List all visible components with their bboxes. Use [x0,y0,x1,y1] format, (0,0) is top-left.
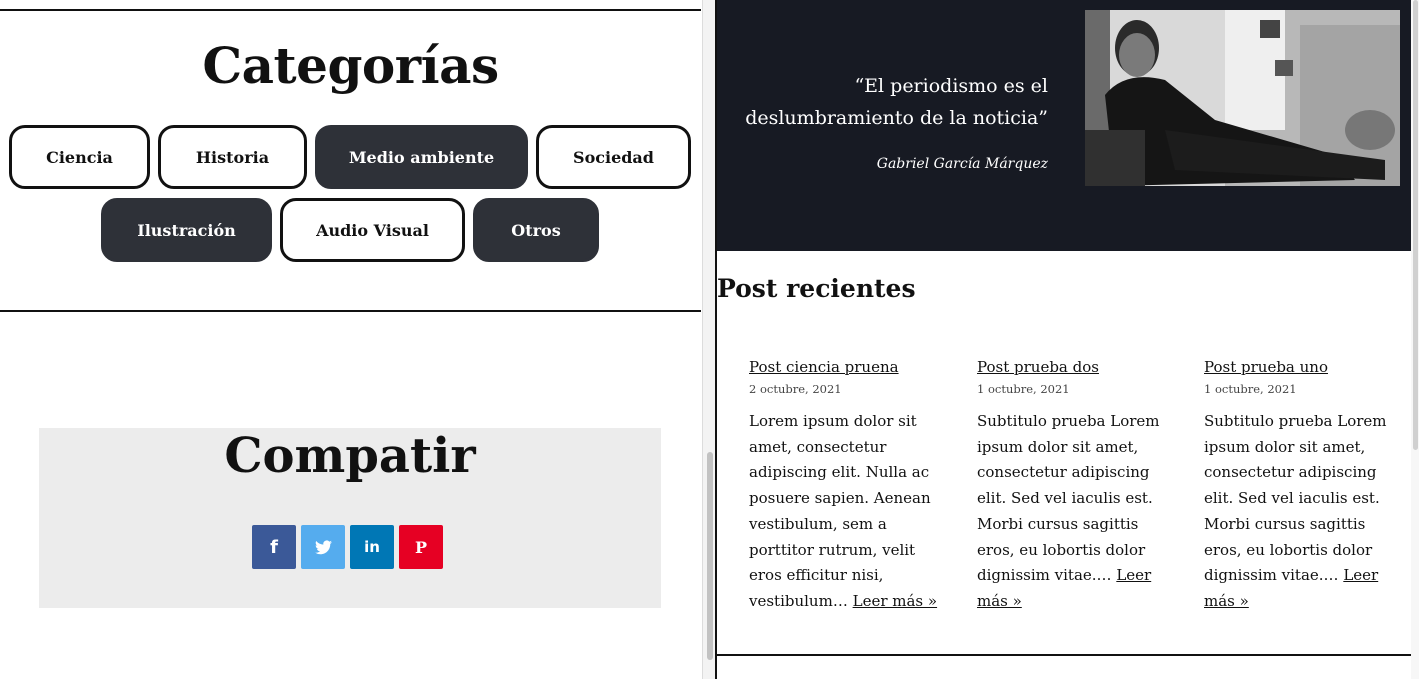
post-card: Post ciencia pruena 2 octubre, 2021 Lore… [749,358,949,615]
post-title-link[interactable]: Post prueba dos [977,358,1177,376]
post-date: 1 octubre, 2021 [977,382,1070,396]
pinterest-icon: P [414,537,428,557]
post-date: 2 octubre, 2021 [749,382,842,396]
category-ciencia[interactable]: Ciencia [9,125,150,189]
page-scrollbar-thumb[interactable] [1413,0,1418,450]
pinterest-share-button[interactable]: P [399,525,443,569]
linkedin-share-button[interactable]: in [350,525,394,569]
twitter-share-button[interactable] [301,525,345,569]
post-excerpt-text: Subtitulo prueba Lorem ipsum dolor sit a… [1204,412,1387,585]
bottom-divider [717,654,1411,656]
post-excerpt: Subtitulo prueba Lorem ipsum dolor sit a… [1204,409,1404,615]
linkedin-icon: in [364,538,380,556]
category-otros[interactable]: Otros [473,198,599,262]
pane-divider-scrollbar[interactable] [702,0,716,679]
quote-author: Gabriel García Márquez [876,156,1048,172]
post-excerpt: Lorem ipsum dolor sit amet, consectetur … [749,409,949,615]
post-date: 1 octubre, 2021 [1204,382,1297,396]
quote-banner: “El periodismo es el deslumbramiento de … [717,0,1411,251]
facebook-icon: f [270,536,278,558]
post-excerpt: Subtitulo prueba Lorem ipsum dolor sit a… [977,409,1177,615]
quote-text: “El periodismo es el deslumbramiento de … [745,75,1048,129]
right-pane: “El periodismo es el deslumbramiento de … [717,0,1411,679]
recent-posts-title: Post recientes [717,274,916,303]
post-excerpt-text: Subtitulo prueba Lorem ipsum dolor sit a… [977,412,1160,585]
category-audio-visual[interactable]: Audio Visual [280,198,465,262]
category-historia[interactable]: Historia [158,125,307,189]
read-more-link[interactable]: Leer más » [853,592,937,610]
category-sociedad[interactable]: Sociedad [536,125,691,189]
twitter-icon [314,540,332,554]
facebook-share-button[interactable]: f [252,525,296,569]
category-ilustracion[interactable]: Ilustración [101,198,272,262]
post-excerpt-text: Lorem ipsum dolor sit amet, consectetur … [749,412,931,610]
left-pane: Categorías Ciencia Historia Medio ambien… [0,0,702,679]
category-medio-ambiente[interactable]: Medio ambiente [315,125,528,189]
author-photo [1085,10,1400,186]
share-section: Compatir f in P [39,428,661,608]
share-title: Compatir [224,428,476,484]
post-title-link[interactable]: Post prueba uno [1204,358,1404,376]
post-card: Post prueba uno 1 octubre, 2021 Subtitul… [1204,358,1404,615]
scrollbar-thumb[interactable] [707,452,713,660]
section-divider [0,310,701,312]
page-scrollbar[interactable] [1411,0,1419,679]
top-divider [0,9,701,11]
post-title-link[interactable]: Post ciencia pruena [749,358,949,376]
post-card: Post prueba dos 1 octubre, 2021 Subtitul… [977,358,1177,615]
categories-title: Categorías [202,36,499,95]
